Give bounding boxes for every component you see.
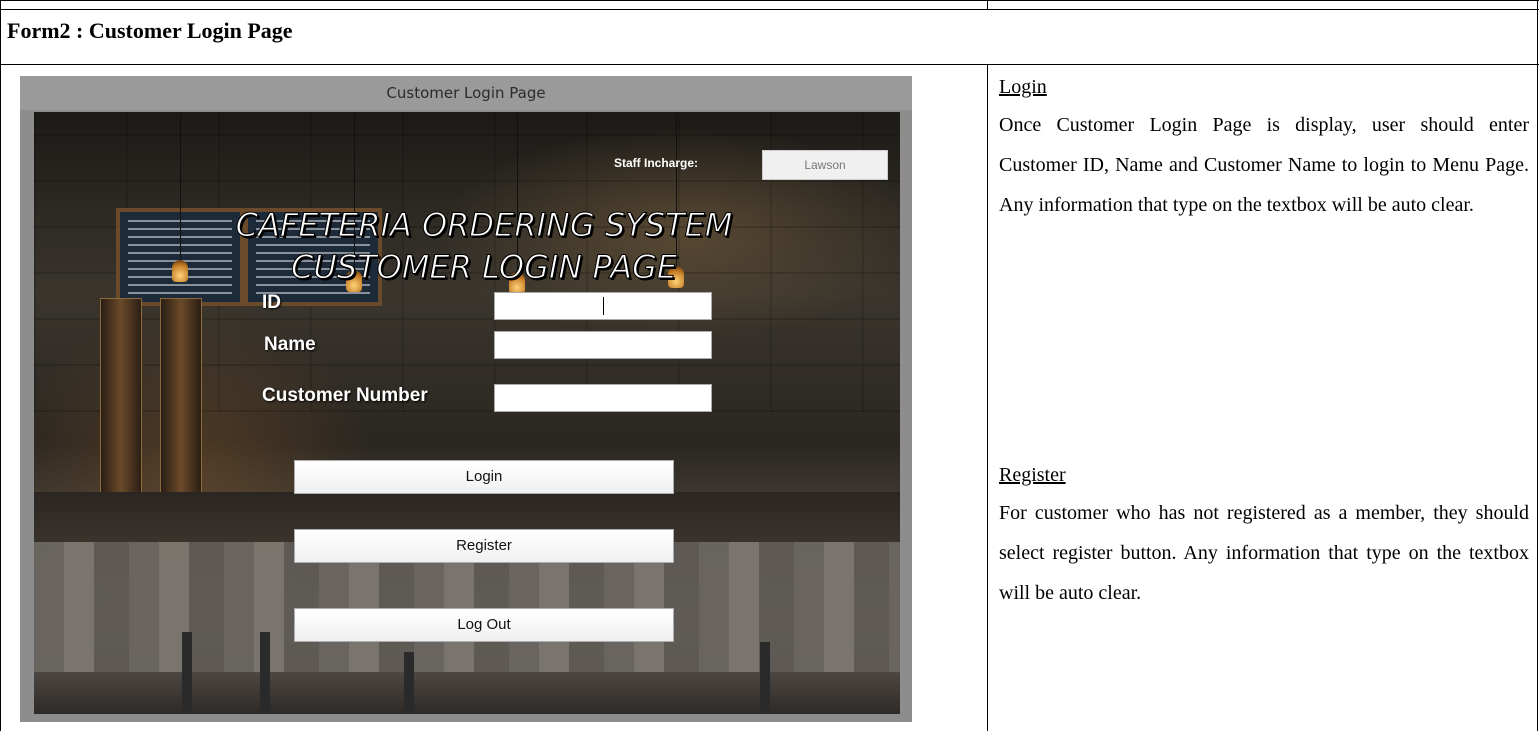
register-button[interactable]: Register [294,529,674,563]
customer-number-input[interactable] [494,384,712,412]
register-text: For customer who has not registered as a… [999,502,1529,604]
customer-number-label: Customer Number [262,385,428,406]
stool-leg-decor [760,642,770,714]
header-column-divider [987,0,988,9]
register-description: Register For customer who has not regist… [999,464,1529,613]
id-label: ID [262,292,281,313]
column-divider [987,64,988,731]
name-input[interactable] [494,331,712,359]
stool-leg-decor [404,652,414,714]
table-right-border [1537,0,1538,731]
text-caret [603,297,604,315]
register-heading: Register [999,464,1066,486]
logout-button[interactable]: Log Out [294,608,674,642]
coffee-brewer-decor [160,298,202,500]
login-description: Login Once Customer Login Page is displa… [999,76,1529,225]
headline-line-2: CUSTOMER LOGIN PAGE [290,248,678,287]
window-title: Customer Login Page [20,76,912,110]
system-headline: CAFETERIA ORDERING SYSTEM CUSTOMER LOGIN… [184,204,784,288]
staff-incharge-label: Staff Incharge: [614,156,699,170]
header-top-rule [0,9,1539,10]
lamp-wire [180,112,181,262]
floor-decor [34,672,900,714]
table-top-border [0,0,1539,1]
login-button[interactable]: Login [294,460,674,494]
header-bottom-rule [0,64,1539,65]
name-label: Name [264,334,316,355]
stool-leg-decor [260,632,270,714]
staff-incharge-field[interactable]: Lawson [762,150,888,180]
form-window: Customer Login Page Staff Incharge: Laws… [20,76,912,722]
headline-line-1: CAFETERIA ORDERING SYSTEM [235,206,733,245]
coffee-brewer-decor [100,298,142,500]
section-title: Form2 : Customer Login Page [7,18,293,43]
stool-leg-decor [182,632,192,714]
login-heading: Login [999,76,1047,98]
id-input[interactable] [494,292,712,320]
table-left-border [0,0,1,731]
login-text: Once Customer Login Page is display, use… [999,114,1529,216]
form-background: Staff Incharge: Lawson CAFETERIA ORDERIN… [34,112,900,714]
